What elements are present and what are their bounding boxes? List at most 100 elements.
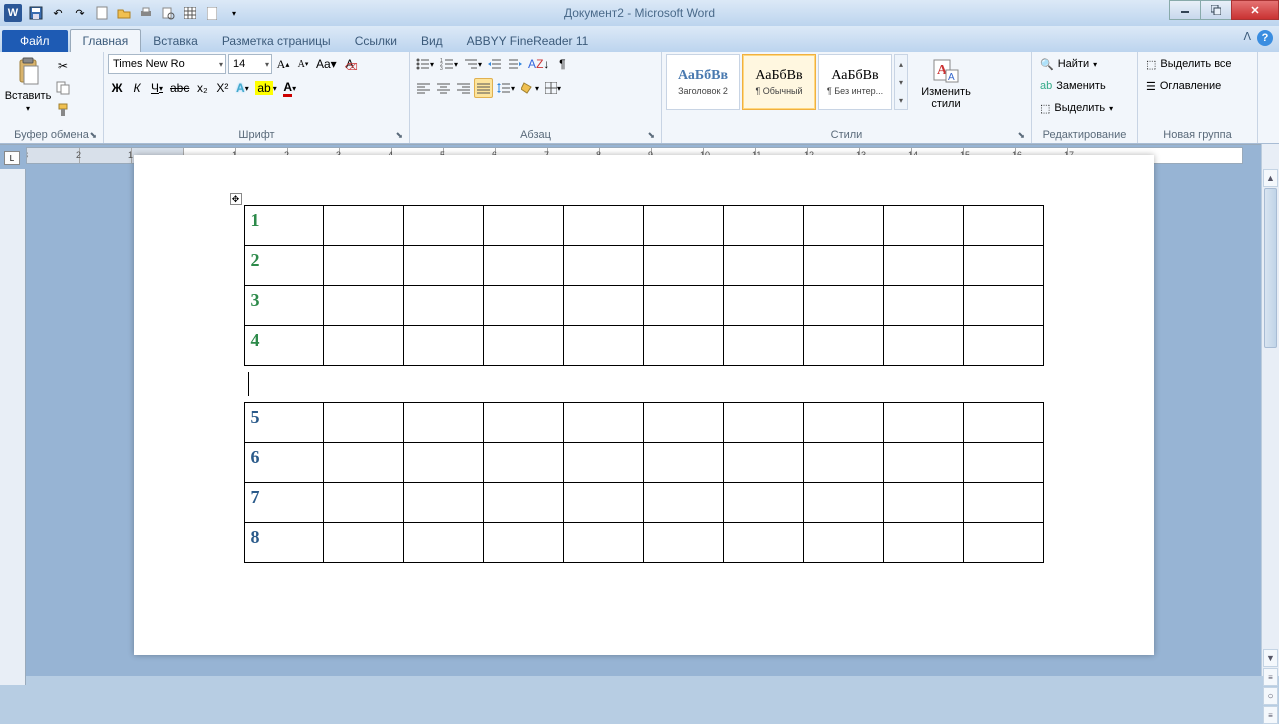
shrink-font-icon[interactable]: A▾ [294, 54, 312, 74]
table-cell[interactable] [883, 246, 963, 286]
vertical-scrollbar[interactable]: ▲ ▼ ≡ ○ ≡ [1261, 144, 1279, 676]
table-cell[interactable] [324, 443, 404, 483]
table-cell[interactable] [643, 326, 723, 366]
qat-quickprint-icon[interactable] [136, 3, 156, 23]
sort-icon[interactable]: AZ↓ [526, 54, 551, 74]
font-launcher-icon[interactable]: ⬊ [395, 130, 403, 141]
close-button[interactable]: ✕ [1231, 0, 1279, 20]
table-cell[interactable]: 7 [244, 483, 324, 523]
paste-button[interactable]: Вставить ▾ [4, 54, 52, 115]
replace-button[interactable]: abЗаменить [1036, 76, 1110, 96]
select-button[interactable]: ⬚Выделить▾ [1036, 98, 1117, 118]
paragraph-launcher-icon[interactable]: ⬊ [647, 130, 655, 141]
qat-save-icon[interactable] [26, 3, 46, 23]
table-cell[interactable] [564, 483, 644, 523]
table-cell[interactable] [883, 206, 963, 246]
table-cell[interactable] [883, 326, 963, 366]
table-cell[interactable] [324, 206, 404, 246]
table-cell[interactable] [963, 206, 1043, 246]
change-styles-button[interactable]: AA Изменить стили [916, 54, 976, 112]
align-left-icon[interactable] [414, 78, 432, 98]
table-cell[interactable] [723, 286, 803, 326]
find-button[interactable]: 🔍Найти▾ [1036, 54, 1101, 74]
table-cell[interactable] [643, 443, 723, 483]
table-cell[interactable] [963, 326, 1043, 366]
table-cell[interactable] [404, 286, 484, 326]
table-cell[interactable] [883, 483, 963, 523]
table-cell[interactable]: 1 [244, 206, 324, 246]
table-cell[interactable]: 8 [244, 523, 324, 563]
font-color-icon[interactable]: A▾ [281, 78, 299, 98]
qat-preview-icon[interactable] [158, 3, 178, 23]
style-nospacing[interactable]: АаБбВв¶ Без интер... [818, 54, 892, 110]
style-gallery-more[interactable]: ▴▾▾ [894, 54, 908, 110]
table-cell[interactable] [723, 443, 803, 483]
scroll-up-icon[interactable]: ▲ [1263, 169, 1278, 187]
table-cell[interactable] [564, 523, 644, 563]
table-cell[interactable] [324, 286, 404, 326]
tab-references[interactable]: Ссылки [343, 30, 409, 52]
table-cell[interactable] [404, 246, 484, 286]
table-cell[interactable] [643, 246, 723, 286]
table-cell[interactable] [883, 523, 963, 563]
style-normal[interactable]: АаБбВв¶ Обычный [742, 54, 816, 110]
table-cell[interactable] [404, 483, 484, 523]
table-cell[interactable] [564, 403, 644, 443]
tab-view[interactable]: Вид [409, 30, 455, 52]
cut-icon[interactable]: ✂ [54, 56, 72, 76]
table-cell[interactable]: 5 [244, 403, 324, 443]
clear-format-icon[interactable]: A⌫ [341, 54, 359, 74]
indent-decrease-icon[interactable] [486, 54, 504, 74]
borders-icon[interactable]: ▾ [543, 78, 563, 98]
maximize-button[interactable] [1200, 0, 1232, 20]
table-cell[interactable] [564, 206, 644, 246]
tab-page-layout[interactable]: Разметка страницы [210, 30, 343, 52]
table-cell[interactable] [883, 286, 963, 326]
table-cell[interactable] [484, 246, 564, 286]
italic-button[interactable]: К [128, 78, 146, 98]
change-case-icon[interactable]: Aa▾ [314, 54, 339, 74]
table-cell[interactable] [883, 443, 963, 483]
table-cell[interactable] [564, 246, 644, 286]
table-cell[interactable] [963, 286, 1043, 326]
table-cell[interactable] [723, 483, 803, 523]
table-cell[interactable]: 4 [244, 326, 324, 366]
align-center-icon[interactable] [434, 78, 452, 98]
table-cell[interactable] [324, 483, 404, 523]
qat-page-icon[interactable] [202, 3, 222, 23]
tab-selector[interactable]: L [4, 151, 20, 165]
qat-new-icon[interactable] [92, 3, 112, 23]
table-cell[interactable]: 6 [244, 443, 324, 483]
table-cell[interactable] [803, 206, 883, 246]
tab-abbyy[interactable]: ABBYY FineReader 11 [455, 30, 601, 52]
styles-launcher-icon[interactable]: ⬊ [1017, 130, 1025, 141]
table-cell[interactable] [484, 523, 564, 563]
table-cell[interactable] [723, 403, 803, 443]
table-cell[interactable] [404, 326, 484, 366]
table-cell[interactable] [643, 403, 723, 443]
table-cell[interactable] [484, 483, 564, 523]
shading-icon[interactable]: ▾ [519, 78, 541, 98]
table-cell[interactable] [643, 206, 723, 246]
table-cell[interactable] [484, 326, 564, 366]
table-cell[interactable] [963, 443, 1043, 483]
format-painter-icon[interactable] [54, 100, 72, 120]
table-cell[interactable] [324, 326, 404, 366]
table-cell[interactable] [803, 326, 883, 366]
qat-undo-icon[interactable]: ↶ [48, 3, 68, 23]
bold-button[interactable]: Ж [108, 78, 126, 98]
table-cell[interactable] [324, 403, 404, 443]
table-cell[interactable] [803, 483, 883, 523]
table-cell[interactable] [404, 206, 484, 246]
browse-prev-icon[interactable]: ≡ [1263, 668, 1278, 686]
table-cell[interactable] [803, 246, 883, 286]
tab-home[interactable]: Главная [70, 29, 142, 52]
copy-icon[interactable] [54, 78, 72, 98]
subscript-button[interactable]: x₂ [193, 78, 211, 98]
highlight-icon[interactable]: ab▾ [253, 78, 278, 98]
table-cell[interactable] [484, 443, 564, 483]
strike-button[interactable]: abc [168, 78, 191, 98]
table-cell[interactable] [484, 403, 564, 443]
table-cell[interactable] [484, 206, 564, 246]
scroll-down-icon[interactable]: ▼ [1263, 649, 1278, 667]
